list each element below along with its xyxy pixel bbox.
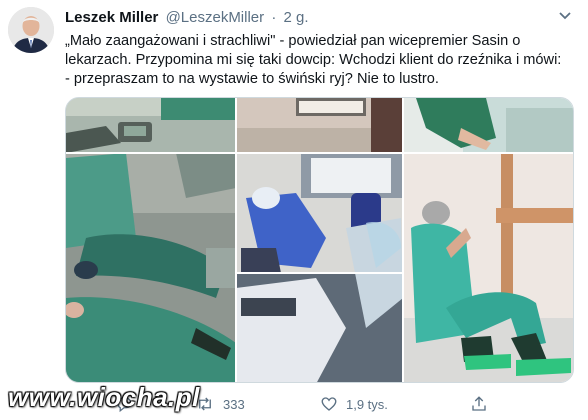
share-icon	[472, 396, 486, 411]
avatar[interactable]	[8, 7, 54, 53]
tweet-text-line: - przepraszam to na wystawie to świński …	[65, 71, 439, 87]
photo-right	[403, 153, 573, 382]
like-count: 1,9 tys.	[346, 396, 388, 412]
heart-icon	[321, 397, 337, 411]
tweet-text-line: lekarzach. Przypomina mi się taki dowcip…	[65, 52, 562, 68]
watermark: www.wiocha.pl	[8, 382, 200, 412]
collage-image	[66, 98, 573, 382]
photo-top-right	[403, 98, 573, 153]
author-name[interactable]: Leszek Miller	[65, 9, 158, 26]
photo-collage[interactable]	[65, 97, 574, 383]
retweet-button[interactable]: 333	[195, 393, 245, 415]
separator-dot: ·	[271, 9, 277, 26]
photo-top-middle	[236, 98, 403, 153]
tweet-text-line: „Mało zaangażowani i strachliwi" - powie…	[65, 33, 521, 49]
avatar-portrait	[8, 7, 54, 53]
tweet-age[interactable]: 2 g.	[284, 9, 309, 26]
photo-left	[66, 153, 236, 382]
like-button[interactable]: 1,9 tys.	[320, 393, 388, 415]
tweet-text: „Mało zaangażowani i strachliwi" - powie…	[65, 32, 577, 89]
author-handle[interactable]: @LeszekMiller	[166, 9, 265, 26]
retweet-count: 333	[223, 396, 245, 412]
tweet-header: Leszek Miller @LeszekMiller · 2 g.	[65, 9, 309, 26]
chevron-down-icon[interactable]	[556, 9, 574, 23]
share-button[interactable]	[470, 393, 496, 415]
photo-top-left	[66, 98, 236, 153]
